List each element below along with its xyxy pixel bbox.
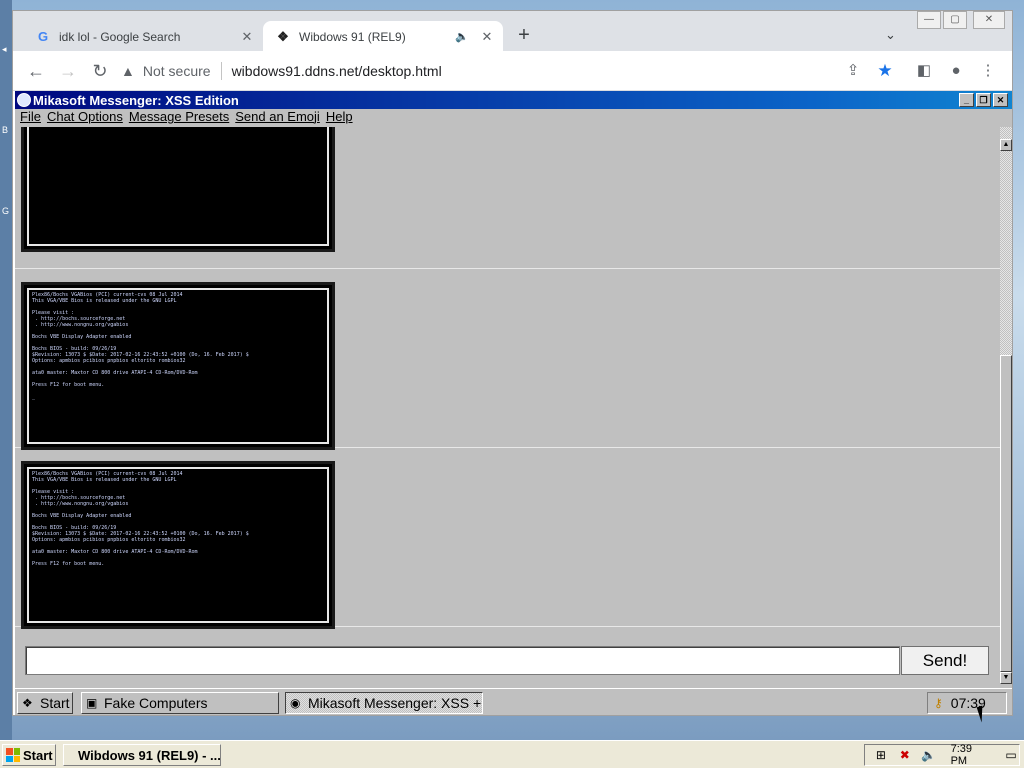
close-tab-icon[interactable]: ✕ [237,29,257,45]
host-start-button[interactable]: Start [2,744,56,766]
scrollbar-thumb[interactable] [1000,355,1012,672]
compose-row: Send! [15,638,1000,688]
menu-file[interactable]: File [20,109,41,127]
close-window-button[interactable]: ✕ [973,11,1005,29]
messenger-titlebar[interactable]: Mikasoft Messenger: XSS Edition _ ❐ ✕ [15,91,1012,109]
host-system-tray: ⊞ ✖ 🔈 7:39 PM ▭ [864,743,1020,767]
scroll-down-arrow-icon[interactable]: ▼ [1000,672,1012,684]
host-start-label: Start [23,747,53,763]
task-fake-computers[interactable]: ▣ Fake Computers [81,692,279,714]
wibdows-taskbar: ❖ Start ▣ Fake Computers ◉ Mikasoft Mess… [15,688,1012,715]
maximize-button[interactable]: ▢ [943,11,967,29]
profile-icon[interactable]: ● [944,59,968,83]
menu-help[interactable]: Help [326,109,353,127]
chat-log[interactable]: Plex86/Bochs VGABios (PCI) current-cvs 0… [15,127,1000,638]
vm-screenshot: Plex86/Bochs VGABios (PCI) current-cvs 0… [21,461,335,629]
chrome-icon [68,748,74,762]
reload-icon[interactable]: ↻ [88,59,112,83]
desktop-icon-fragment: ◂ [2,44,7,54]
host-task-browser[interactable]: Wibdows 91 (REL9) - ... [63,744,221,766]
audio-playing-icon[interactable]: 🔈 [455,30,469,43]
browser-toolbar: ← → ↻ ▲ Not secure wibdows91.ddns.net/de… [13,51,1012,91]
messenger-window: Mikasoft Messenger: XSS Edition _ ❐ ✕ Fi… [15,91,1012,688]
chat-message [15,127,1000,269]
close-button[interactable]: ✕ [993,93,1008,107]
send-button[interactable]: Send! [901,646,989,675]
back-icon[interactable]: ← [24,59,48,83]
tab-google-search[interactable]: G idk lol - Google Search ✕ [23,21,263,52]
menu-chat-options[interactable]: Chat Options [47,109,123,127]
network-icon[interactable]: ⊞ [873,748,889,762]
vm-screen-text [27,127,329,246]
address-bar[interactable]: ▲ Not secure wibdows91.ddns.net/desktop.… [121,57,831,85]
task-mikasoft-messenger[interactable]: ◉ Mikasoft Messenger: XSS + [285,692,483,714]
menu-send-emoji[interactable]: Send an Emoji [235,109,320,127]
tab-strip: G idk lol - Google Search ✕ ❖ Wibdows 91… [13,11,1012,52]
page-content: Mikasoft Messenger: XSS Edition _ ❐ ✕ Fi… [15,91,1012,715]
restore-button[interactable]: ❐ [976,93,991,107]
key-icon[interactable]: ⚷ [934,696,943,710]
minimize-button[interactable]: _ [959,93,974,107]
windows-flag-icon [6,748,20,762]
new-tab-button[interactable]: + [513,25,535,45]
host-task-label: Wibdows 91 (REL9) - ... [78,747,221,763]
divider [220,62,222,80]
task-label: Mikasoft Messenger: XSS + [308,695,482,711]
side-panel-icon[interactable]: ◧ [912,59,936,83]
close-tab-icon[interactable]: ✕ [477,29,497,45]
tab-wibdows91[interactable]: ❖ Wibdows 91 (REL9) 🔈 ✕ [263,21,503,52]
start-label: Start [40,695,70,711]
messenger-app-icon [17,93,31,107]
url-text[interactable]: wibdows91.ddns.net/desktop.html [232,63,442,79]
task-label: Fake Computers [104,695,208,711]
tab-title: idk lol - Google Search [59,29,181,44]
computer-icon: ▣ [86,696,98,710]
google-icon: G [37,29,49,44]
bookmark-star-icon[interactable]: ★ [873,59,897,83]
desktop-icon-fragment: B [2,125,9,135]
message-input[interactable] [25,646,900,675]
wibdows-system-tray: ⚷ 07:39 [927,692,1007,714]
tab-search-button[interactable]: ⌄ [885,27,896,43]
volume-icon[interactable]: 🔈 [921,748,937,762]
forward-icon[interactable]: → [56,59,80,83]
tab-title: Wibdows 91 (REL9) [299,29,406,44]
chat-message: Plex86/Bochs VGABios (PCI) current-cvs 0… [15,448,1000,629]
wibdows-logo-icon: ❖ [277,28,289,44]
host-taskbar: Start Wibdows 91 (REL9) - ... ⊞ ✖ 🔈 7:39… [0,740,1024,768]
vm-screenshot: Plex86/Bochs VGABios (PCI) current-cvs 0… [21,282,335,450]
warning-icon[interactable]: ▲ [121,63,135,79]
vm-screenshot [21,127,335,252]
vm-screen-text: Plex86/Bochs VGABios (PCI) current-cvs 0… [27,467,329,623]
chat-scrollbar[interactable]: ▲ ▼ [1000,127,1012,684]
scroll-up-arrow-icon[interactable]: ▲ [1000,139,1012,151]
menu-bar: File Chat Options Message Presets Send a… [15,109,1012,127]
wibdows-start-button[interactable]: ❖ Start [17,692,73,714]
vm-screen-text: Plex86/Bochs VGABios (PCI) current-cvs 0… [27,288,329,444]
minimize-button[interactable]: — [917,11,941,29]
security-label[interactable]: Not secure [143,63,211,79]
menu-message-presets[interactable]: Message Presets [129,109,229,127]
messenger-icon: ◉ [290,696,301,710]
show-desktop-icon[interactable]: ▭ [1003,748,1019,762]
chat-message: Plex86/Bochs VGABios (PCI) current-cvs 0… [15,269,1000,450]
menu-kebab-icon[interactable]: ⋮ [976,59,1000,83]
host-clock[interactable]: 7:39 PM [951,743,992,767]
desktop-icon-fragment: G [2,206,10,216]
security-alert-icon[interactable]: ✖ [897,748,913,762]
host-desktop-edge: ◂ B G [0,0,12,740]
wibdows-logo-icon: ❖ [22,696,33,710]
browser-window: G idk lol - Google Search ✕ ❖ Wibdows 91… [12,10,1013,716]
share-icon[interactable]: ⇪ [841,59,865,83]
window-title: Mikasoft Messenger: XSS Edition [33,92,239,108]
